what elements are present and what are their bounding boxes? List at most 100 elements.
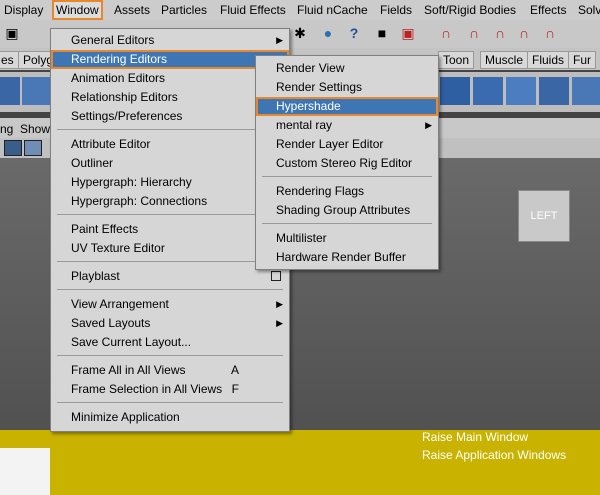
menu-item-hypergraph-hierarchy[interactable]: Hypergraph: Hierarchy <box>51 173 289 192</box>
menu-item-saved-layouts[interactable]: Saved Layouts ▶ <box>51 314 289 333</box>
shelf-icon-3[interactable] <box>440 77 470 105</box>
menu-separator <box>57 289 283 290</box>
shelf-tab-toon[interactable]: Toon <box>438 51 475 69</box>
menu-fluid-effects[interactable]: Fluid Effects <box>220 2 286 18</box>
viewcube[interactable]: LEFT <box>518 190 570 242</box>
menu-item-label: Saved Layouts <box>71 316 151 330</box>
menu-item-label: Save Current Layout... <box>71 335 192 349</box>
menu-item-label: Render Settings <box>276 80 363 94</box>
submenu-item-render-layer-editor[interactable]: Render Layer Editor <box>256 135 438 154</box>
menu-assets[interactable]: Assets <box>114 2 150 18</box>
help-icon[interactable]: ? <box>344 23 364 43</box>
menu-item-frame-selection[interactable]: Frame Selection in All Views F <box>51 380 289 399</box>
magnet-live-icon[interactable]: ∩ <box>540 23 560 43</box>
magnet-curve-icon[interactable]: ∩ <box>464 23 484 43</box>
submenu-arrow-icon: ▶ <box>425 120 432 130</box>
submenu-item-render-view[interactable]: Render View <box>256 59 438 78</box>
menu-particles[interactable]: Particles <box>161 2 207 18</box>
menu-item-label: View Arrangement <box>71 297 169 311</box>
save-icon[interactable]: ▣ <box>2 23 22 43</box>
menu-item-label: Multilister <box>276 231 327 245</box>
magnet-icon[interactable]: ✱ <box>290 23 310 43</box>
camera-icon[interactable] <box>4 140 22 156</box>
submenu-item-multilister[interactable]: Multilister <box>256 229 438 248</box>
menu-soft-rigid-bodies[interactable]: Soft/Rigid Bodies <box>424 2 516 18</box>
menu-separator <box>57 129 283 130</box>
option-box-icon[interactable] <box>271 271 281 281</box>
menu-item-label: Attribute Editor <box>71 137 151 151</box>
submenu-item-custom-stereo-rig-editor[interactable]: Custom Stereo Rig Editor <box>256 154 438 173</box>
menu-item-label: Custom Stereo Rig Editor <box>276 156 413 170</box>
magnet-point-icon[interactable]: ∩ <box>490 23 510 43</box>
shelf-tab-fur[interactable]: Fur <box>568 51 596 69</box>
menu-item-view-arrangement[interactable]: View Arrangement ▶ <box>51 295 289 314</box>
menu-item-label: UV Texture Editor <box>71 241 165 255</box>
menu-item-uv-texture-editor[interactable]: UV Texture Editor <box>51 239 289 258</box>
menu-item-rendering-editors[interactable]: Rendering Editors▶ <box>51 50 289 69</box>
menu-item-label: Settings/Preferences <box>71 109 183 123</box>
viewport-menu-show[interactable]: Show <box>20 121 50 137</box>
viewcube-label: LEFT <box>530 210 558 222</box>
menu-item-relationship-editors[interactable]: Relationship Editors▶ <box>51 88 289 107</box>
menu-item-paint-effects[interactable]: Paint Effects <box>51 220 289 239</box>
menu-item-attribute-editor[interactable]: Attribute Editor <box>51 135 289 154</box>
menu-item-playblast[interactable]: Playblast <box>51 267 289 286</box>
submenu-arrow-icon: ▶ <box>276 299 283 309</box>
menu-item-animation-editors[interactable]: Animation Editors▶ <box>51 69 289 88</box>
select-icon[interactable]: ▣ <box>398 23 418 43</box>
shelf-tab-muscle[interactable]: Muscle <box>480 51 529 69</box>
menu-item-label: Animation Editors <box>71 71 166 85</box>
submenu-item-render-settings[interactable]: Render Settings <box>256 78 438 97</box>
menu-separator <box>57 261 283 262</box>
shelf-icon-1[interactable] <box>0 77 20 105</box>
menu-effects[interactable]: Effects <box>530 2 566 18</box>
menu-item-label: Outliner <box>71 156 114 170</box>
submenu-item-hardware-render-buffer[interactable]: Hardware Render Buffer <box>256 248 438 267</box>
lock-icon[interactable]: ■ <box>372 23 392 43</box>
menu-window[interactable]: Window <box>52 0 103 20</box>
viewport-menu-shading[interactable]: ng <box>0 121 13 137</box>
magnet-grid-icon[interactable]: ∩ <box>436 23 456 43</box>
main-menubar: Display Window Assets Particles Fluid Ef… <box>0 0 600 21</box>
window-menu: General Editors▶ Rendering Editors▶ Anim… <box>50 28 290 432</box>
menu-item-save-current-layout[interactable]: Save Current Layout... <box>51 333 289 352</box>
menu-accelerator: A <box>230 363 239 377</box>
menu-item-general-editors[interactable]: General Editors ▶ <box>51 31 289 50</box>
menu-item-outliner[interactable]: Outliner <box>51 154 289 173</box>
shelf-tab-es[interactable]: es <box>0 51 19 69</box>
menu-item-minimize-application[interactable]: Minimize Application <box>51 408 289 427</box>
menu-item-settings-preferences[interactable]: Settings/Preferences▶ <box>51 107 289 126</box>
menu-item-label: Rendering Editors <box>71 52 168 66</box>
sphere-icon[interactable]: ● <box>318 23 338 43</box>
shelf-icon-6[interactable] <box>539 77 569 105</box>
menu-display[interactable]: Display <box>4 2 43 18</box>
menu-item-frame-all[interactable]: Frame All in All Views A <box>51 361 289 380</box>
shelf-icon-4[interactable] <box>473 77 503 105</box>
shelf-tab-fluids[interactable]: Fluids <box>527 51 570 69</box>
menu-item-label: Hypergraph: Hierarchy <box>71 175 192 189</box>
menu-fields[interactable]: Fields <box>380 2 412 18</box>
menu-solvers[interactable]: Solv <box>578 2 600 18</box>
menu-fluid-ncache[interactable]: Fluid nCache <box>297 2 368 18</box>
menu-item-label: Hypershade <box>276 99 341 113</box>
menu-separator <box>262 176 432 177</box>
shaded-icon[interactable] <box>24 140 42 156</box>
menu-item-label: Relationship Editors <box>71 90 178 104</box>
submenu-item-hypershade[interactable]: Hypershade <box>256 97 438 116</box>
menu-item-label: mental ray <box>276 118 333 132</box>
submenu-arrow-icon: ▶ <box>276 318 283 328</box>
submenu-item-shading-group-attributes[interactable]: Shading Group Attributes <box>256 201 438 220</box>
menu-item-hypergraph-connections[interactable]: Hypergraph: Connections <box>51 192 289 211</box>
status-msg-raise-main: Raise Main Window <box>422 430 529 444</box>
submenu-item-mental-ray[interactable]: mental ray ▶ <box>256 116 438 135</box>
menu-item-label: Paint Effects <box>71 222 139 236</box>
shelf-icon-2[interactable] <box>22 77 52 105</box>
magnet-plane-icon[interactable]: ∩ <box>514 23 534 43</box>
submenu-item-rendering-flags[interactable]: Rendering Flags <box>256 182 438 201</box>
shelf-icon-5[interactable] <box>506 77 536 105</box>
menu-item-label: Hardware Render Buffer <box>276 250 406 264</box>
menu-item-label: Shading Group Attributes <box>276 203 411 217</box>
shelf-icon-7[interactable] <box>572 77 600 105</box>
menu-item-label: Rendering Flags <box>276 184 365 198</box>
white-region <box>0 448 50 495</box>
